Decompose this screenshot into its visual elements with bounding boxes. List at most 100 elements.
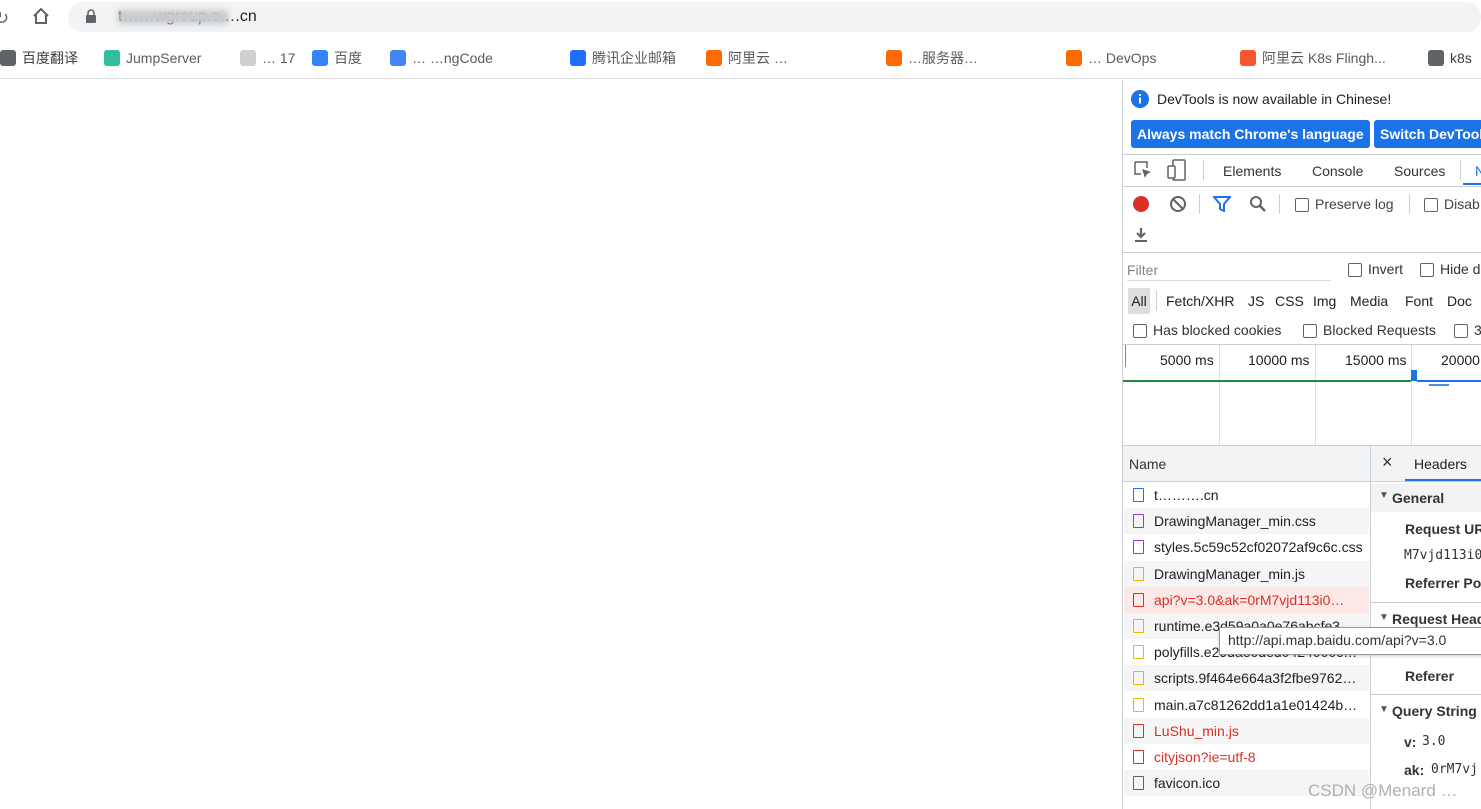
page-content [0, 80, 1122, 809]
tab-network[interactable]: N [1475, 163, 1481, 179]
tab-sources[interactable]: Sources [1394, 163, 1445, 179]
preserve-log-option[interactable]: Preserve log [1295, 196, 1394, 213]
request-row[interactable]: DrawingManager_min.css [1124, 508, 1369, 535]
match-language-button[interactable]: Always match Chrome's language [1131, 120, 1370, 148]
request-name: DrawingManager_min.css [1154, 513, 1316, 530]
bookmark-item[interactable]: 百度 [312, 48, 362, 68]
type-filter-fetch-xhr[interactable]: Fetch/XHR [1166, 293, 1234, 309]
bookmark-item[interactable]: … 17 [240, 48, 295, 68]
aliyun-icon [886, 50, 902, 66]
bookmark-item[interactable]: k8s [1428, 48, 1472, 68]
query-string-section-header[interactable]: ▼ Query String [1371, 698, 1481, 724]
timeline-tick-5000: 5000 ms [1160, 352, 1214, 368]
timeline-request-bar-3 [1429, 384, 1449, 386]
query-v-label: v: [1404, 734, 1417, 750]
tab-headers[interactable]: Headers [1414, 456, 1467, 472]
request-url-label: Request UR [1405, 521, 1481, 537]
type-filter-img[interactable]: Img [1313, 293, 1336, 309]
blocked-requests-checkbox[interactable] [1303, 324, 1317, 339]
bookmark-item[interactable]: 腾讯企业邮箱 [570, 48, 676, 68]
name-column-header[interactable]: Name [1123, 446, 1370, 482]
css-file-icon [1133, 514, 1144, 529]
query-string-section-label: Query String [1392, 703, 1477, 719]
request-name: cityjson?ie=utf-8 [1154, 749, 1256, 765]
request-row[interactable]: main.a7c81262dd1a1e01424b… [1124, 692, 1369, 718]
disable-cache-checkbox[interactable] [1424, 198, 1438, 213]
switch-devtools-button[interactable]: Switch DevTools [1374, 120, 1481, 148]
request-row[interactable]: styles.5c59c52cf02072af9c6c.css [1124, 534, 1369, 560]
filter-input[interactable]: Filter [1127, 260, 1331, 281]
bookmark-item[interactable]: 阿里云 K8s Flingh... [1240, 48, 1386, 68]
type-filter-css[interactable]: CSS [1275, 293, 1304, 309]
close-detail-button[interactable]: × [1382, 452, 1393, 473]
bookmark-label: 百度 [334, 50, 362, 66]
hide-data-urls-label: Hide d [1440, 261, 1481, 277]
download-icon[interactable] [1134, 227, 1148, 243]
timeline-tick-10000: 10000 ms [1248, 352, 1310, 368]
triangle-down-icon: ▼ [1379, 704, 1389, 715]
request-name: scripts.9f464e664a3f2fbe9762… [1154, 670, 1357, 687]
hide-data-urls-checkbox[interactable] [1420, 263, 1434, 278]
baidu-icon [312, 50, 328, 66]
third-party-option[interactable]: 3 [1454, 322, 1481, 339]
bookmark-label: 阿里云 K8s Flingh... [1262, 50, 1386, 66]
preserve-log-checkbox[interactable] [1295, 198, 1309, 213]
bookmark-item[interactable]: 百度翻译 [0, 48, 78, 68]
bookmark-item[interactable]: JumpServer [104, 48, 201, 68]
request-name: styles.5c59c52cf02072af9c6c.css [1154, 539, 1363, 556]
document-icon [1133, 488, 1144, 502]
timeline-dom-loaded-line [1123, 380, 1411, 382]
third-party-checkbox[interactable] [1454, 324, 1468, 339]
request-name: favicon.ico [1154, 775, 1221, 792]
timeline-overview[interactable]: 5000 ms 10000 ms 15000 ms 20000 [1123, 345, 1481, 445]
type-filter-js[interactable]: JS [1248, 293, 1264, 309]
bookmark-item[interactable]: 阿里云 … [706, 48, 788, 68]
lock-icon[interactable] [85, 9, 97, 24]
filter-placeholder: Filter [1127, 262, 1159, 278]
type-filter-all[interactable]: All [1128, 288, 1150, 314]
request-row[interactable]: scripts.9f464e664a3f2fbe9762… [1124, 665, 1369, 692]
record-button[interactable] [1133, 196, 1149, 212]
invert-checkbox[interactable] [1348, 263, 1362, 278]
filter-icon[interactable] [1213, 196, 1231, 212]
hide-data-urls-option[interactable]: Hide d [1420, 261, 1481, 278]
blocked-requests-option[interactable]: Blocked Requests [1303, 322, 1436, 339]
tab-network-underline [1463, 183, 1481, 185]
url-tooltip-text: http://api.map.baidu.com/api?v=3.0 [1228, 632, 1447, 648]
clear-icon[interactable] [1169, 195, 1187, 213]
has-blocked-cookies-checkbox[interactable] [1133, 324, 1147, 339]
reload-icon[interactable]: ↻ [0, 8, 9, 29]
general-section-label: General [1392, 490, 1445, 506]
general-section-header[interactable]: ▼ General [1371, 484, 1481, 512]
bookmark-item[interactable]: …服务器… [886, 48, 978, 68]
query-ak-label: ak: [1404, 762, 1425, 778]
search-icon[interactable] [1249, 195, 1267, 213]
bookmark-item[interactable]: … DevOps [1066, 48, 1156, 68]
device-toolbar-icon[interactable] [1167, 159, 1187, 181]
request-row[interactable]: DrawingManager_min.js [1124, 560, 1369, 587]
type-filter-font[interactable]: Font [1405, 293, 1433, 309]
css-file-icon [1133, 540, 1144, 555]
home-icon[interactable] [32, 7, 50, 25]
address-bar[interactable] [68, 2, 1481, 32]
request-row[interactable]: cityjson?ie=utf-8 [1124, 744, 1369, 770]
disable-cache-option[interactable]: Disab [1424, 196, 1480, 213]
type-filter-doc[interactable]: Doc [1447, 293, 1472, 309]
tab-console[interactable]: Console [1312, 163, 1363, 179]
request-row[interactable]: LuShu_min.js [1124, 717, 1369, 744]
type-filter-media[interactable]: Media [1350, 293, 1388, 309]
image-file-icon [1133, 776, 1144, 791]
triangle-down-icon: ▼ [1379, 490, 1389, 501]
has-blocked-cookies-option[interactable]: Has blocked cookies [1133, 322, 1281, 339]
timeline-tick-20000: 20000 [1441, 352, 1480, 368]
inspect-element-icon[interactable] [1133, 160, 1153, 180]
tencent-icon [570, 50, 586, 66]
devtools-panel: DevTools is now available in Chinese! Al… [1122, 80, 1481, 809]
js-file-icon [1133, 619, 1144, 633]
bookmark-item[interactable]: … …ngCode [390, 48, 493, 68]
tab-elements[interactable]: Elements [1223, 163, 1281, 179]
request-row[interactable]: t……….cn [1124, 482, 1369, 508]
request-row[interactable]: api?v=3.0&ak=0rM7vjd113i0… [1124, 586, 1369, 613]
invert-option[interactable]: Invert [1348, 261, 1403, 278]
k8s-icon [1428, 50, 1444, 66]
